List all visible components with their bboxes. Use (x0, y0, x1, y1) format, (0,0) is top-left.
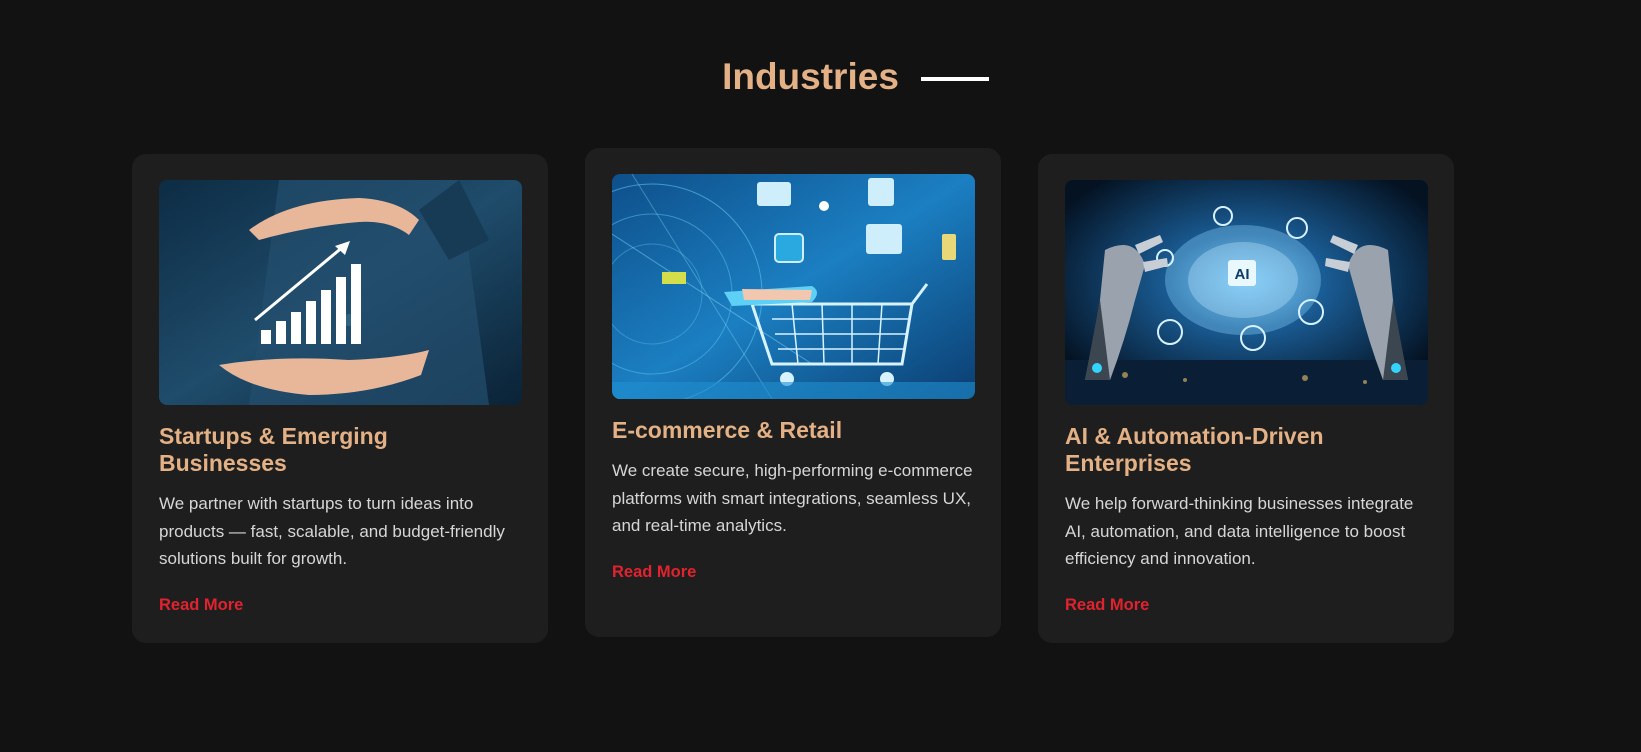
ai-label: AI (1235, 266, 1250, 283)
robot-hands-ai-brain-image: AI (1065, 180, 1428, 405)
growth-chart-hands-image (159, 180, 522, 405)
section-title: Industries (722, 56, 899, 97)
industry-card-ecommerce: E-commerce & Retail We create secure, hi… (585, 148, 1001, 637)
shopping-cart-digital-image (612, 174, 975, 399)
card-description: We create secure, high-performing e-comm… (612, 461, 973, 535)
card-description: We partner with startups to turn ideas i… (159, 494, 505, 568)
read-more-link[interactable]: Read More (1065, 596, 1149, 615)
card-description: We help forward-thinking businesses inte… (1065, 494, 1414, 568)
read-more-link[interactable]: Read More (159, 596, 243, 615)
card-title: Startups & Emerging Businesses (159, 423, 388, 476)
read-more-link[interactable]: Read More (612, 563, 696, 582)
card-title: E-commerce & Retail (612, 417, 843, 443)
industry-card-startups: Startups & Emerging Businesses We partne… (132, 154, 548, 643)
card-title: AI & Automation-Driven Enterprises (1065, 423, 1324, 476)
section-header: Industries (0, 55, 1641, 99)
title-underline-bar (920, 77, 989, 81)
industry-card-ai: AI AI & Automation-Driven Enterprises We… (1038, 154, 1454, 643)
